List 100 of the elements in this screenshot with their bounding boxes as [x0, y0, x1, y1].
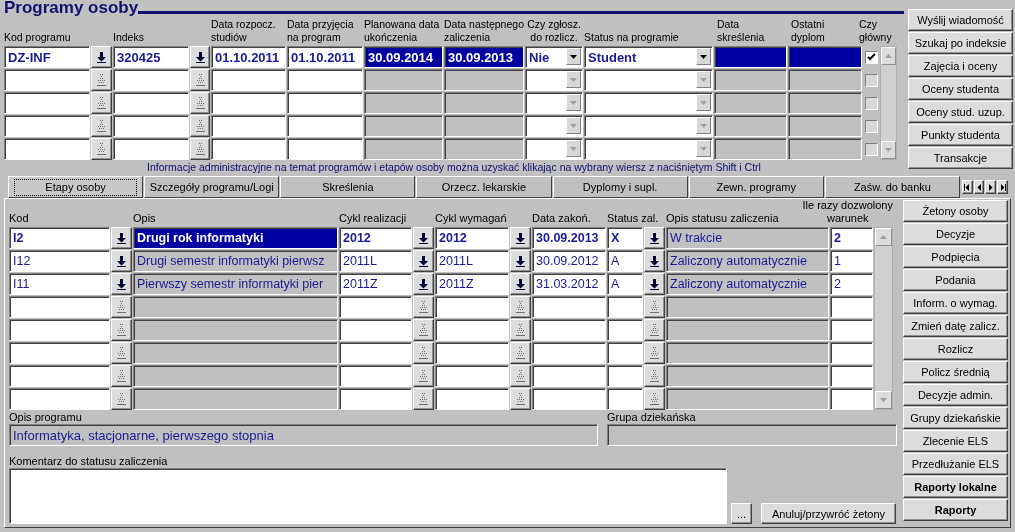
dropdown-field[interactable]: [584, 138, 713, 160]
list-button[interactable]: [510, 365, 531, 387]
dropdown-field[interactable]: Student: [584, 46, 713, 68]
input-field[interactable]: [287, 115, 363, 137]
side-button[interactable]: Oceny studenta: [908, 78, 1013, 100]
input-field[interactable]: [607, 319, 643, 341]
input-field[interactable]: [435, 342, 509, 364]
list-button[interactable]: [644, 365, 665, 387]
list-button[interactable]: [510, 319, 531, 341]
input-field[interactable]: [339, 342, 412, 364]
input-field[interactable]: [9, 296, 110, 318]
tab[interactable]: Skreślenia: [280, 176, 416, 198]
input-field[interactable]: 30.09.2012: [532, 250, 606, 272]
input-field[interactable]: 2011L: [435, 250, 509, 272]
side-button[interactable]: Transakcje: [908, 147, 1013, 169]
input-field[interactable]: [435, 388, 509, 410]
side-button[interactable]: Rozlicz: [903, 338, 1008, 360]
input-field[interactable]: DZ-INF: [4, 46, 90, 68]
input-field[interactable]: [113, 138, 189, 160]
input-field[interactable]: [211, 92, 286, 114]
input-field[interactable]: [532, 296, 606, 318]
side-button[interactable]: Policz średnią: [903, 361, 1008, 383]
list-button[interactable]: [111, 388, 132, 410]
list-button[interactable]: [190, 69, 210, 91]
list-button[interactable]: [91, 92, 112, 114]
checkbox[interactable]: [864, 50, 878, 64]
list-button[interactable]: [644, 342, 665, 364]
input-field[interactable]: [532, 342, 606, 364]
input-field[interactable]: [4, 138, 90, 160]
scroll-down-button[interactable]: [881, 141, 896, 159]
dropdown-field[interactable]: Nie: [525, 46, 583, 68]
side-button[interactable]: Zajęcia i oceny: [908, 55, 1013, 77]
input-field[interactable]: [830, 388, 873, 410]
list-button[interactable]: [413, 250, 434, 272]
checkbox[interactable]: [864, 142, 878, 156]
input-field[interactable]: [9, 342, 110, 364]
list-button[interactable]: [413, 227, 434, 249]
input-field[interactable]: [9, 365, 110, 387]
side-button[interactable]: Zmień datę zalicz.: [903, 315, 1008, 337]
list-button[interactable]: [91, 115, 112, 137]
list-button[interactable]: [190, 138, 210, 160]
input-field[interactable]: 01.10.2011: [211, 46, 286, 68]
input-field[interactable]: [4, 92, 90, 114]
input-field[interactable]: [9, 388, 110, 410]
list-button[interactable]: [644, 250, 665, 272]
list-button[interactable]: [644, 388, 665, 410]
side-button[interactable]: Raporty: [903, 499, 1008, 521]
input-field[interactable]: X: [607, 227, 643, 249]
tab[interactable]: Etapy osoby: [8, 176, 144, 198]
input-field[interactable]: [607, 296, 643, 318]
input-field[interactable]: A: [607, 250, 643, 272]
input-field[interactable]: 320425: [113, 46, 189, 68]
list-button[interactable]: [111, 296, 132, 318]
input-field[interactable]: 2011L: [339, 250, 412, 272]
side-button[interactable]: Przedłużanie ELS: [903, 453, 1008, 475]
side-button[interactable]: Wyślij wiadomość: [908, 9, 1013, 31]
tab-scroll-button[interactable]: [973, 180, 985, 194]
input-field[interactable]: A: [607, 273, 643, 295]
side-button[interactable]: Punkty studenta: [908, 124, 1013, 146]
scroll-up-button[interactable]: [875, 228, 892, 246]
list-button[interactable]: [91, 138, 112, 160]
dropdown-field[interactable]: [525, 92, 583, 114]
input-field[interactable]: [339, 365, 412, 387]
input-field[interactable]: [830, 342, 873, 364]
list-button[interactable]: [413, 319, 434, 341]
list-button[interactable]: [111, 250, 132, 272]
list-button[interactable]: [111, 342, 132, 364]
list-button[interactable]: [510, 273, 531, 295]
checkbox[interactable]: [864, 73, 878, 87]
input-field[interactable]: [339, 388, 412, 410]
input-field[interactable]: 2012: [435, 227, 509, 249]
list-button[interactable]: [111, 227, 132, 249]
input-field[interactable]: [113, 115, 189, 137]
side-button[interactable]: Inform. o wymag.: [903, 292, 1008, 314]
input-field[interactable]: [287, 92, 363, 114]
list-button[interactable]: [111, 273, 132, 295]
input-field[interactable]: [830, 365, 873, 387]
input-field[interactable]: 2: [830, 227, 873, 249]
input-field[interactable]: 2011Z: [339, 273, 412, 295]
side-button[interactable]: Żetony osoby: [903, 200, 1008, 222]
input-field[interactable]: [339, 319, 412, 341]
tab[interactable]: Szczegóły programu/Logi: [144, 176, 280, 198]
tab[interactable]: Zewn. programy: [688, 176, 824, 198]
input-field[interactable]: [113, 92, 189, 114]
dropdown-field[interactable]: [525, 115, 583, 137]
input-field[interactable]: [532, 319, 606, 341]
list-button[interactable]: [510, 296, 531, 318]
input-field[interactable]: [830, 296, 873, 318]
list-button[interactable]: [190, 46, 210, 68]
tab[interactable]: Zaśw. do banku: [824, 176, 960, 198]
input-field[interactable]: [830, 319, 873, 341]
list-button[interactable]: [510, 250, 531, 272]
dropdown-field[interactable]: [584, 69, 713, 91]
dropdown-field[interactable]: [584, 92, 713, 114]
input-field[interactable]: [532, 365, 606, 387]
list-button[interactable]: [111, 365, 132, 387]
list-button[interactable]: [644, 319, 665, 341]
input-field[interactable]: 31.03.2012: [532, 273, 606, 295]
checkbox[interactable]: [864, 96, 878, 110]
side-button[interactable]: Zlecenie ELS: [903, 430, 1008, 452]
